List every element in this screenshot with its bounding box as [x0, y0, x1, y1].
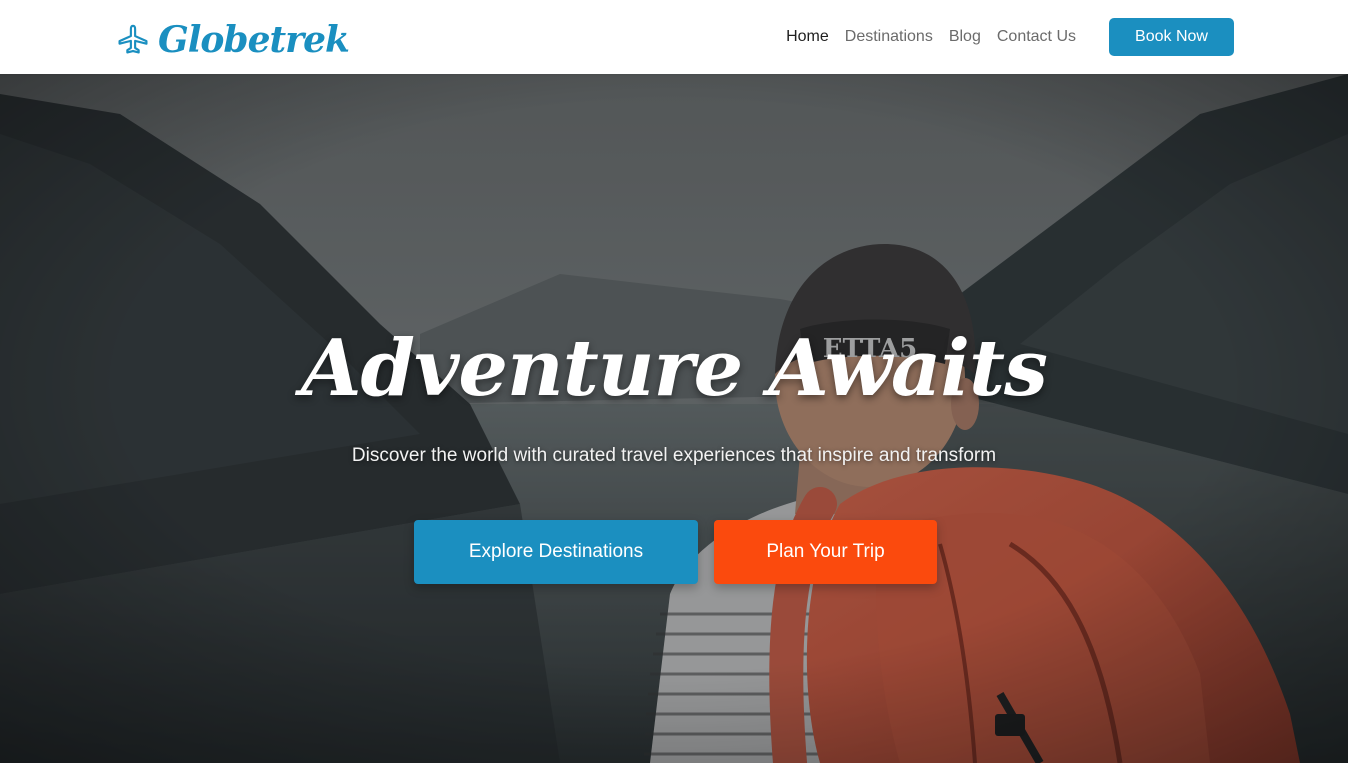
brand-name: Globetrek [158, 19, 350, 61]
nav-link-contact-us[interactable]: Contact Us [997, 28, 1076, 46]
airplane-icon [118, 24, 148, 54]
main-nav: Home Destinations Blog Contact Us [786, 0, 1076, 74]
brand-logo-link[interactable]: Globetrek [116, 14, 350, 66]
book-now-button[interactable]: Book Now [1109, 18, 1234, 56]
top-navbar: Globetrek Home Destinations Blog Contact… [0, 0, 1348, 74]
nav-link-home[interactable]: Home [786, 28, 829, 46]
nav-link-blog[interactable]: Blog [949, 28, 981, 46]
hero-dark-overlay [0, 74, 1348, 763]
nav-link-destinations[interactable]: Destinations [845, 28, 933, 46]
hero-section: ETTA5 Adventure Awaits Discover the worl… [0, 74, 1348, 763]
hero-title: Adventure Awaits [301, 323, 1048, 414]
plan-your-trip-button[interactable]: Plan Your Trip [714, 520, 937, 584]
hero-subtitle: Discover the world with curated travel e… [351, 445, 997, 466]
explore-destinations-button[interactable]: Explore Destinations [414, 520, 698, 584]
